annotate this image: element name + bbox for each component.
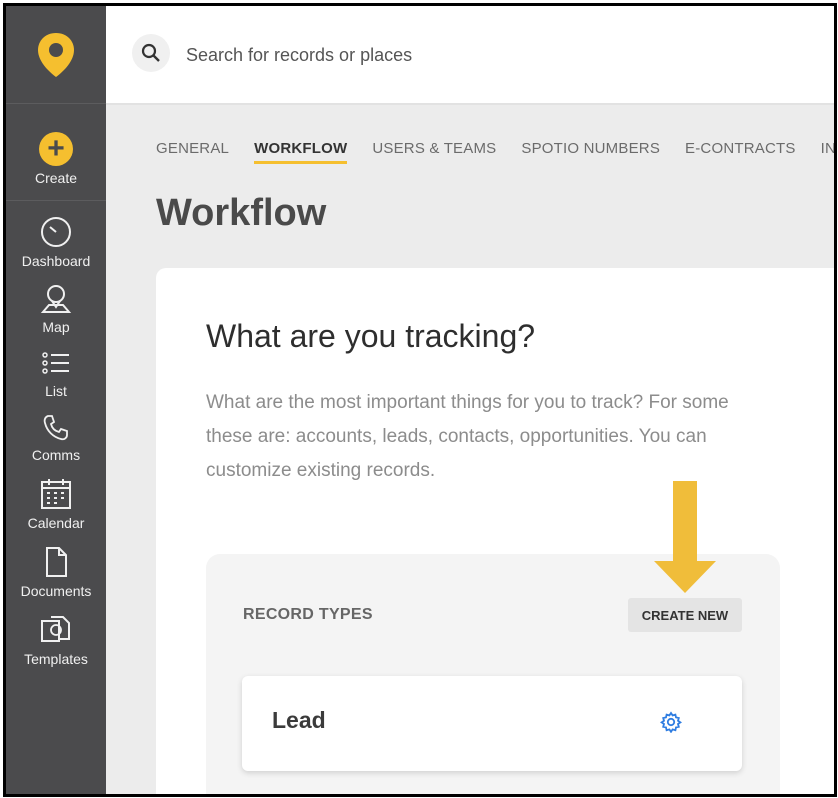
create-new-button[interactable]: CREATE NEW [628,598,742,632]
sidebar-item-label: Map [42,319,70,335]
sidebar-item-label: Comms [31,447,81,463]
tab-users-teams[interactable]: USERS & TEAMS [372,140,496,164]
gear-icon[interactable] [660,711,682,733]
card-heading: What are you tracking? [206,318,536,354]
tab-e-contracts[interactable]: E-CONTRACTS [685,140,796,164]
create-button[interactable]: + Create [6,104,106,201]
create-label: Create [34,170,78,186]
sidebar-item-label: Documents [20,583,92,599]
phone-icon [43,415,68,441]
top-bar: Search for records or places [106,6,834,105]
sidebar-item-list[interactable]: List [6,349,106,399]
card-description: What are the most important things for y… [206,392,729,481]
spotio-logo-icon [38,32,74,77]
workflow-card: What are you tracking? What are the most… [156,268,834,794]
record-type-name: Lead [272,707,326,733]
record-types-label: RECORD TYPES [243,606,373,623]
sidebar-item-label: Templates [24,651,88,667]
app-window: + Create Dashboard Map List Comms Calend… [3,3,837,797]
logo[interactable] [6,6,106,104]
dashboard-icon [41,217,71,247]
sidebar-item-calendar[interactable]: Calendar [6,477,106,531]
sidebar-item-documents[interactable]: Documents [6,545,106,599]
tab-general[interactable]: GENERAL [156,140,229,164]
sidebar-item-label: Dashboard [21,253,91,269]
search-input[interactable]: Search for records or places [186,45,412,66]
search-icon [141,43,160,62]
list-icon [42,352,69,374]
settings-tabs: GENERAL WORKFLOW USERS & TEAMS SPOTIO NU… [156,140,834,164]
sidebar-item-comms[interactable]: Comms [6,413,106,463]
sidebar: + Create Dashboard Map List Comms Calend… [6,6,106,794]
tab-spotio-numbers[interactable]: SPOTIO NUMBERS [521,140,660,164]
record-type-item[interactable]: Lead [242,676,742,771]
tab-in[interactable]: IN [821,140,834,164]
map-pin-icon [40,285,72,313]
sidebar-item-dashboard[interactable]: Dashboard [6,215,106,269]
sidebar-item-label: List [45,383,67,399]
sidebar-item-map[interactable]: Map [6,281,106,335]
pointer-arrow-icon [654,481,716,593]
search-button[interactable] [132,34,170,72]
plus-icon: + [39,132,73,166]
page-title: Workflow [156,192,327,234]
document-icon [46,547,67,577]
calendar-icon [41,479,71,509]
tab-workflow[interactable]: WORKFLOW [254,140,348,164]
templates-icon [41,616,70,642]
sidebar-item-label: Calendar [27,515,85,531]
sidebar-item-templates[interactable]: Templates [6,613,106,667]
